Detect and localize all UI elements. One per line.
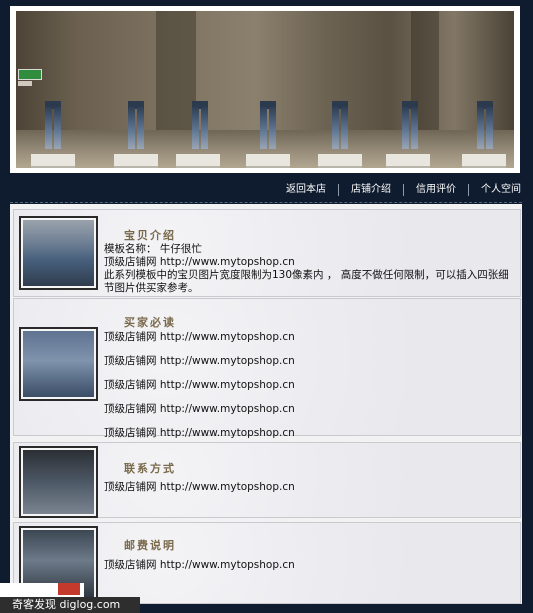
top-nav: 返回本店 店铺介绍 信用评价 个人空间 <box>274 182 533 198</box>
pedestal <box>246 154 290 168</box>
product-thumbnail[interactable] <box>19 446 98 518</box>
site-link[interactable]: 顶级店铺网 http://www.mytopshop.cn <box>104 559 295 572</box>
section-title: 宝贝介绍 <box>124 229 176 242</box>
site-link[interactable]: 顶级店铺网 http://www.mytopshop.cn <box>104 379 295 392</box>
site-link[interactable]: 顶级店铺网 http://www.mytopshop.cn <box>104 481 295 494</box>
nav-item-store-home[interactable]: 返回本店 <box>274 184 338 196</box>
watermark-stamp <box>0 583 84 597</box>
exit-sign-icon <box>18 69 42 80</box>
product-thumbnail[interactable] <box>19 327 98 401</box>
section-body: 顶级店铺网 http://www.mytopshop.cn <box>104 481 295 494</box>
section-body: 顶级店铺网 http://www.mytopshop.cn <box>104 559 295 572</box>
banner-photo <box>16 11 514 168</box>
template-name: 模板名称： 牛仔很忙 <box>104 243 202 255</box>
pedestal <box>462 154 506 168</box>
hero-banner <box>10 6 520 173</box>
jeans-display <box>192 101 208 149</box>
section-contact: 联系方式 顶级店铺网 http://www.mytopshop.cn <box>13 442 521 518</box>
content-area: 宝贝介绍 模板名称： 牛仔很忙 顶级店铺网 http://www.mytopsh… <box>10 204 522 604</box>
pedestal <box>386 154 430 168</box>
exit-sign-label <box>18 81 32 86</box>
section-title: 买家必读 <box>124 316 176 329</box>
section-body: 顶级店铺网 http://www.mytopshop.cn 顶级店铺网 http… <box>104 331 295 451</box>
site-link[interactable]: 顶级店铺网 http://www.mytopshop.cn <box>104 331 295 344</box>
section-body: 模板名称： 牛仔很忙 顶级店铺网 http://www.mytopshop.cn… <box>104 243 516 295</box>
house-icon <box>58 583 80 595</box>
pedestal <box>318 154 362 168</box>
page-frame: 返回本店 店铺介绍 信用评价 个人空间 宝贝介绍 模板名称： 牛仔很忙 顶级店铺… <box>0 0 533 613</box>
nav-item-ratings[interactable]: 信用评价 <box>403 184 468 196</box>
watermark-text: 奇客发现 diglog.com <box>0 597 140 613</box>
watermark: 奇客发现 diglog.com <box>0 583 140 613</box>
site-link[interactable]: 顶级店铺网 http://www.mytopshop.cn <box>104 403 295 416</box>
section-title: 邮费说明 <box>124 539 176 552</box>
jeans-display <box>260 101 276 149</box>
jeans-display <box>402 101 418 149</box>
section-product-intro: 宝贝介绍 模板名称： 牛仔很忙 顶级店铺网 http://www.mytopsh… <box>13 209 521 297</box>
pedestal <box>176 154 220 168</box>
section-buyer-notice: 买家必读 顶级店铺网 http://www.mytopshop.cn 顶级店铺网… <box>13 298 521 439</box>
pedestal <box>114 154 158 168</box>
jeans-display <box>477 101 493 149</box>
pedestal <box>31 154 75 168</box>
site-link[interactable]: 顶级店铺网 http://www.mytopshop.cn <box>104 427 295 440</box>
nav-item-store-intro[interactable]: 店铺介绍 <box>338 184 403 196</box>
jeans-display <box>128 101 144 149</box>
description: 此系列模板中的宝贝图片宽度限制为130像素内 ， 高度不做任何限制，可以插入四张… <box>104 269 509 294</box>
nav-item-personal-space[interactable]: 个人空间 <box>468 184 533 196</box>
site-link[interactable]: 顶级店铺网 http://www.mytopshop.cn <box>104 256 516 269</box>
jeans-display <box>45 101 61 149</box>
product-thumbnail[interactable] <box>19 216 98 290</box>
site-link[interactable]: 顶级店铺网 http://www.mytopshop.cn <box>104 355 295 368</box>
section-title: 联系方式 <box>124 462 176 475</box>
jeans-display <box>332 101 348 149</box>
nav-divider <box>10 202 522 203</box>
